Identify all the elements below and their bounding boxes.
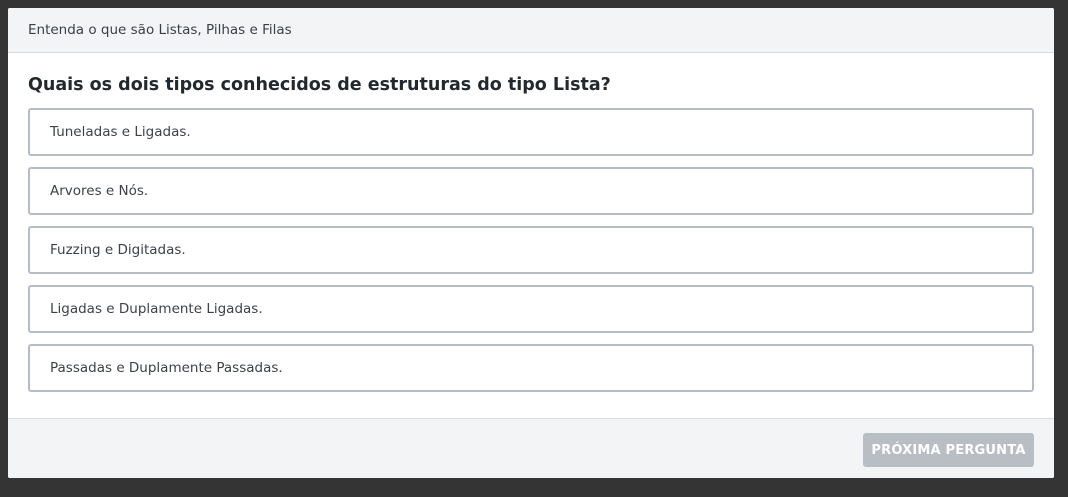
answer-option-3[interactable]: Fuzzing e Digitadas.: [28, 226, 1034, 274]
lesson-title: Entenda o que são Listas, Pilhas e Filas: [28, 22, 292, 38]
modal-footer: PRÓXIMA PERGUNTA: [8, 418, 1054, 478]
quiz-modal: Entenda o que são Listas, Pilhas e Filas…: [8, 8, 1054, 478]
modal-header: Entenda o que são Listas, Pilhas e Filas: [8, 8, 1054, 53]
answer-option-label: Ligadas e Duplamente Ligadas.: [50, 301, 263, 317]
modal-body: Quais os dois tipos conhecidos de estrut…: [8, 53, 1054, 418]
answer-option-4[interactable]: Ligadas e Duplamente Ligadas.: [28, 285, 1034, 333]
answer-option-1[interactable]: Tuneladas e Ligadas.: [28, 108, 1034, 156]
question-text: Quais os dois tipos conhecidos de estrut…: [28, 75, 611, 95]
answer-option-5[interactable]: Passadas e Duplamente Passadas.: [28, 344, 1034, 392]
answer-option-label: Tuneladas e Ligadas.: [50, 124, 191, 140]
answer-option-label: Passadas e Duplamente Passadas.: [50, 360, 283, 376]
answer-option-2[interactable]: Arvores e Nós.: [28, 167, 1034, 215]
next-question-button[interactable]: PRÓXIMA PERGUNTA: [863, 433, 1034, 467]
answer-option-label: Fuzzing e Digitadas.: [50, 242, 186, 258]
answer-option-label: Arvores e Nós.: [50, 183, 149, 199]
